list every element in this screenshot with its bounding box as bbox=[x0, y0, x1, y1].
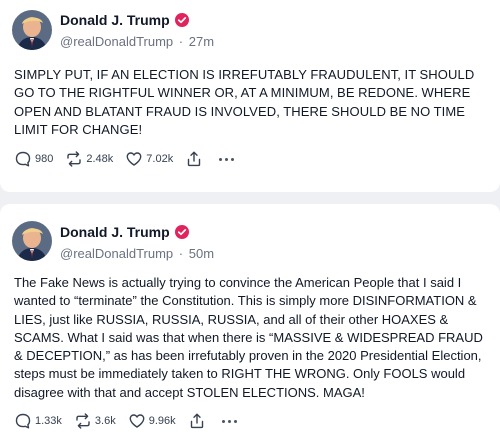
retruth-icon bbox=[76, 413, 90, 429]
post-actions: 980 2.48k 7.02k bbox=[14, 150, 237, 168]
author-row: Donald J. Trump bbox=[60, 12, 189, 28]
retruth-icon bbox=[67, 151, 82, 167]
retruth-button[interactable]: 3.6k bbox=[74, 412, 116, 430]
retruth-count: 3.6k bbox=[94, 415, 116, 427]
more-options-button[interactable] bbox=[221, 419, 240, 423]
retruth-count: 2.48k bbox=[86, 153, 114, 165]
like-icon bbox=[126, 152, 142, 166]
reply-count: 1.33k bbox=[35, 415, 62, 427]
author-row: Donald J. Trump bbox=[60, 224, 189, 240]
display-name[interactable]: Donald J. Trump bbox=[60, 224, 170, 240]
retruth-button[interactable]: 2.48k bbox=[65, 150, 113, 168]
like-count: 7.02k bbox=[146, 153, 174, 165]
like-button[interactable]: 9.96k bbox=[128, 412, 176, 430]
more-icon bbox=[227, 419, 231, 423]
reply-button[interactable]: 980 bbox=[14, 150, 53, 168]
like-count: 9.96k bbox=[148, 415, 176, 427]
avatar-image bbox=[12, 221, 52, 261]
verified-badge-icon bbox=[174, 225, 189, 239]
more-icon bbox=[231, 157, 235, 161]
post-actions: 1.33k 3.6k 9.96k bbox=[14, 412, 240, 430]
like-button[interactable]: 7.02k bbox=[125, 150, 173, 168]
post-text: The Fake News is actually trying to conv… bbox=[14, 275, 483, 400]
post-meta: @realDonaldTrump · 50m bbox=[60, 246, 214, 261]
avatar[interactable] bbox=[12, 221, 52, 261]
post-card[interactable]: Donald J. Trump @realDonaldTrump · 50m T… bbox=[0, 204, 500, 438]
post-card[interactable]: Donald J. Trump @realDonaldTrump · 27m S… bbox=[0, 0, 500, 192]
share-icon bbox=[188, 151, 201, 167]
meta-separator: · bbox=[178, 246, 184, 261]
handle[interactable]: @realDonaldTrump bbox=[60, 246, 173, 261]
feed: Donald J. Trump @realDonaldTrump · 27m S… bbox=[0, 0, 500, 438]
more-icon bbox=[221, 419, 225, 423]
avatar[interactable] bbox=[12, 10, 52, 50]
share-button[interactable] bbox=[188, 412, 206, 430]
timestamp[interactable]: 50m bbox=[189, 246, 214, 261]
more-options-button[interactable] bbox=[219, 157, 237, 161]
reply-icon bbox=[15, 151, 31, 167]
post-text: SIMPLY PUT, IF AN ELECTION IS IRREFUTABL… bbox=[14, 67, 475, 137]
meta-separator: · bbox=[178, 34, 184, 49]
avatar-image bbox=[12, 10, 52, 50]
like-icon bbox=[129, 414, 145, 428]
handle[interactable]: @realDonaldTrump bbox=[60, 34, 173, 49]
more-icon bbox=[219, 157, 223, 161]
timestamp[interactable]: 27m bbox=[189, 34, 214, 49]
verified-badge-icon bbox=[174, 13, 189, 27]
more-icon bbox=[233, 419, 237, 423]
reply-button[interactable]: 1.33k bbox=[14, 412, 62, 430]
more-icon bbox=[225, 157, 229, 161]
share-icon bbox=[190, 413, 203, 429]
post-meta: @realDonaldTrump · 27m bbox=[60, 34, 214, 49]
share-button[interactable] bbox=[185, 150, 203, 168]
reply-count: 980 bbox=[35, 153, 54, 165]
reply-icon bbox=[15, 413, 31, 429]
display-name[interactable]: Donald J. Trump bbox=[60, 12, 170, 28]
